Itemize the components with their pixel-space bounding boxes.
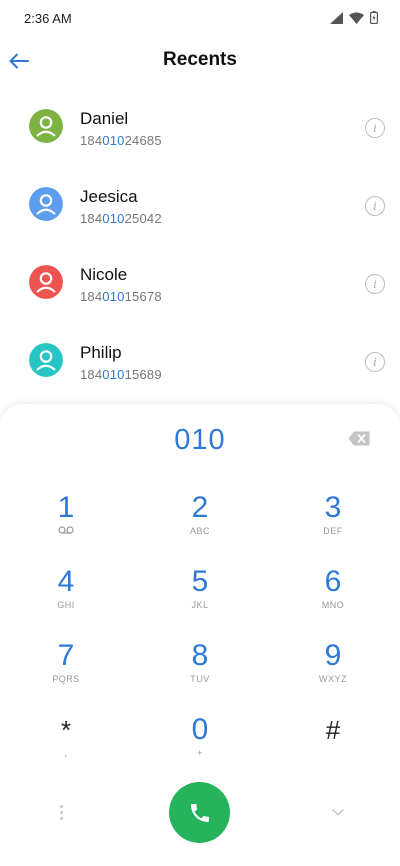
- person-icon: [29, 265, 63, 299]
- key-8[interactable]: 8 TUV: [155, 638, 245, 708]
- contact-number: 18401015689: [80, 367, 162, 382]
- key-7[interactable]: 7 PQRS: [21, 638, 111, 708]
- dialpad: 010 1 2 ABC 3 DEF 4 GHI 5 JKL 6 MNO 7 PQ…: [0, 404, 400, 866]
- contact-list: Daniel 18401024685 i Jeesica 18401025042…: [0, 97, 400, 409]
- wifi-icon: [349, 11, 364, 29]
- key-9[interactable]: 9 WXYZ: [288, 638, 378, 708]
- collapse-dialpad-button[interactable]: [330, 804, 346, 820]
- key-1[interactable]: 1: [21, 490, 111, 560]
- key-6[interactable]: 6 MNO: [288, 564, 378, 634]
- key-2[interactable]: 2 ABC: [155, 490, 245, 560]
- avatar: [29, 343, 63, 377]
- status-bar: 2:36 AM: [0, 0, 400, 36]
- dot-icon: [59, 804, 63, 808]
- contact-name: Jeesica: [80, 187, 138, 206]
- contact-item-nicole[interactable]: Nicole 18401015678 i: [0, 253, 400, 331]
- keypad: 1 2 ABC 3 DEF 4 GHI 5 JKL 6 MNO 7 PQRS 8…: [0, 490, 400, 786]
- key-star[interactable]: * ,: [21, 712, 111, 782]
- contact-item-philip[interactable]: Philip 18401015689 i: [0, 331, 400, 409]
- contact-number: 18401024685: [80, 133, 162, 148]
- signal-icon: [330, 11, 343, 29]
- contact-number: 18401015678: [80, 289, 162, 304]
- dot-icon: [59, 810, 63, 814]
- contact-item-jeesica[interactable]: Jeesica 18401025042 i: [0, 175, 400, 253]
- avatar: [29, 265, 63, 299]
- voicemail-icon: [21, 526, 111, 538]
- dialed-number[interactable]: 010: [0, 424, 400, 457]
- battery-icon: [370, 11, 379, 29]
- dialpad-actions: [0, 780, 400, 846]
- key-hash[interactable]: #: [288, 712, 378, 782]
- keypad-row: 4 GHI 5 JKL 6 MNO: [0, 564, 400, 638]
- keypad-row: 7 PQRS 8 TUV 9 WXYZ: [0, 638, 400, 712]
- page-title: Recents: [163, 49, 237, 70]
- key-3[interactable]: 3 DEF: [288, 490, 378, 560]
- dot-icon: [59, 816, 63, 820]
- more-options-button[interactable]: [52, 800, 70, 824]
- keypad-row: * , 0 + #: [0, 712, 400, 786]
- status-time: 2:36 AM: [24, 11, 72, 26]
- status-icons: [330, 11, 379, 29]
- key-5[interactable]: 5 JKL: [155, 564, 245, 634]
- contact-number: 18401025042: [80, 211, 162, 226]
- key-0[interactable]: 0 +: [155, 712, 245, 782]
- contact-name: Nicole: [80, 265, 128, 284]
- backspace-button[interactable]: [348, 431, 370, 446]
- person-icon: [29, 187, 63, 221]
- contact-name: Daniel: [80, 109, 129, 128]
- person-icon: [29, 109, 63, 143]
- call-button[interactable]: [169, 782, 230, 843]
- header: Recents: [0, 40, 400, 80]
- avatar: [29, 109, 63, 143]
- avatar: [29, 187, 63, 221]
- info-icon[interactable]: i: [365, 274, 385, 294]
- keypad-row: 1 2 ABC 3 DEF: [0, 490, 400, 564]
- info-icon[interactable]: i: [365, 352, 385, 372]
- key-4[interactable]: 4 GHI: [21, 564, 111, 634]
- info-icon[interactable]: i: [365, 196, 385, 216]
- contact-name: Philip: [80, 343, 122, 362]
- phone-icon: [190, 803, 209, 822]
- backspace-icon: [348, 431, 370, 446]
- contact-item-daniel[interactable]: Daniel 18401024685 i: [0, 97, 400, 175]
- info-icon[interactable]: i: [365, 118, 385, 138]
- person-icon: [29, 343, 63, 377]
- chevron-down-icon: [332, 809, 344, 816]
